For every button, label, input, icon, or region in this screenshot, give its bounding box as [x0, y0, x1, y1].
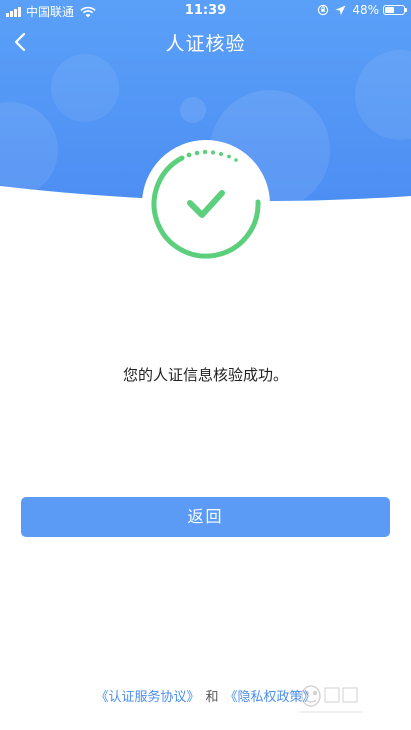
page-title: 人证核验 — [165, 33, 246, 55]
success-badge — [142, 140, 270, 268]
location-icon — [335, 5, 346, 15]
result-message: 您的人证信息核验成功。 — [122, 366, 288, 384]
watermark-logo — [299, 685, 363, 713]
battery-icon — [383, 5, 407, 15]
return-button[interactable]: 返回 — [21, 497, 390, 537]
footer-conjunction: 和 — [205, 690, 219, 705]
success-check-icon — [151, 149, 261, 259]
battery-fill — [385, 7, 394, 13]
service-agreement-link[interactable]: 《认证服务协议》 — [95, 690, 199, 705]
orientation-lock-icon — [318, 4, 329, 16]
battery-tip — [405, 8, 407, 12]
battery-percent: 48% — [352, 3, 379, 17]
status-bar: 中国联通 11:39 48% — [0, 0, 411, 22]
status-right: 48% — [317, 3, 407, 17]
screen: 中国联通 11:39 48% 人证核验 您的人证信息核验成功。 返回 《认证服务… — [0, 0, 411, 730]
